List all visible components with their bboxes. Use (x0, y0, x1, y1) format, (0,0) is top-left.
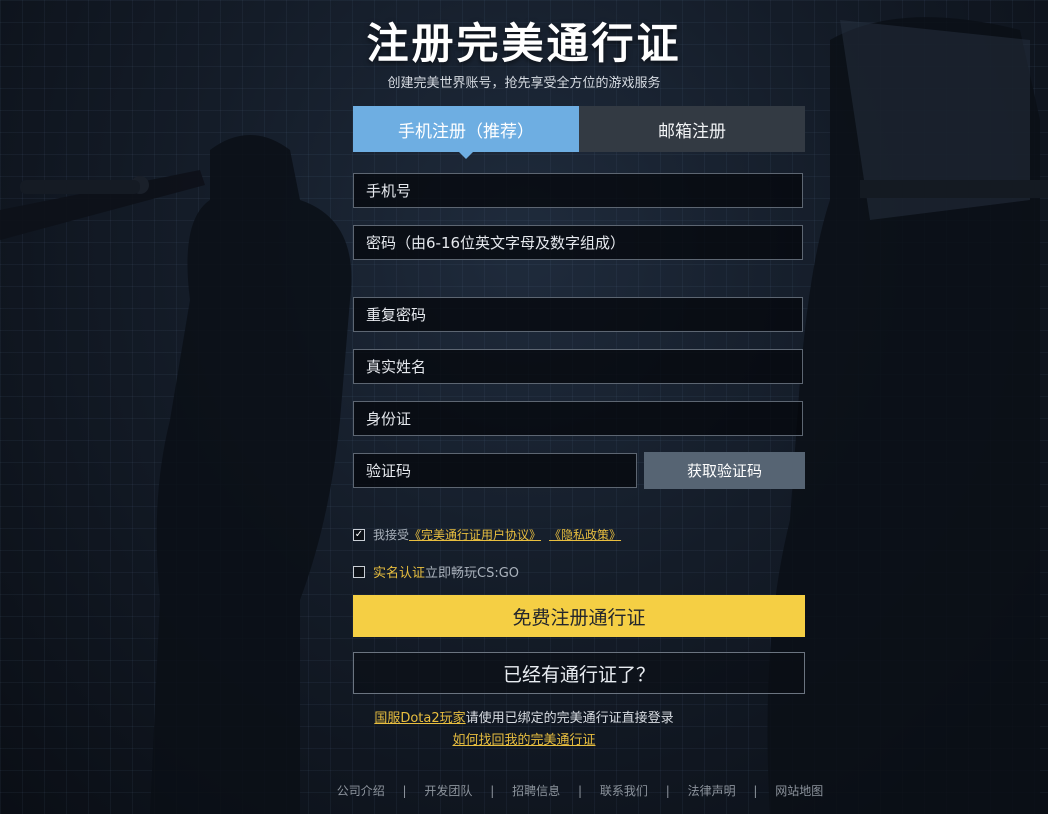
privacy-policy-link[interactable]: 《隐私政策》 (549, 526, 621, 543)
realname-text: 立即畅玩CS:GO (425, 566, 520, 581)
realname-highlight: 实名认证 (373, 566, 426, 581)
id-card-field[interactable] (353, 401, 803, 436)
id-card-input[interactable] (364, 408, 792, 429)
footer-link-team[interactable]: 开发团队 (424, 784, 472, 798)
footer-link-jobs[interactable]: 招聘信息 (512, 784, 560, 798)
real-name-field[interactable] (353, 349, 803, 384)
agreement-checkbox[interactable]: ✓ (353, 528, 365, 541)
recover-account-link[interactable]: 如何找回我的完美通行证 (452, 733, 595, 748)
dota-player-link[interactable]: 国服Dota2玩家 (374, 711, 465, 726)
footer-link-contact[interactable]: 联系我们 (600, 784, 648, 798)
get-code-button[interactable]: 获取验证码 (644, 452, 805, 489)
tab-phone-register[interactable]: 手机注册（推荐） (353, 106, 579, 159)
phone-field[interactable] (353, 173, 803, 208)
register-tabs: 手机注册（推荐） 邮箱注册 (353, 106, 805, 159)
footer-separator: | (490, 784, 495, 798)
page-title: 注册完美通行证 (366, 19, 682, 68)
repeat-password-input[interactable] (364, 304, 792, 325)
captcha-input[interactable] (364, 460, 626, 481)
footer-separator: | (753, 784, 758, 798)
user-agreement-link[interactable]: 《完美通行证用户协议》 (409, 526, 541, 543)
footer-link-legal[interactable]: 法律声明 (688, 784, 736, 798)
dota-notice: 国服Dota2玩家请使用已绑定的完美通行证直接登录 (0, 707, 1048, 726)
realname-checkbox[interactable] (353, 565, 365, 578)
password-field[interactable] (353, 225, 803, 260)
real-name-input[interactable] (364, 356, 792, 377)
footer-link-company[interactable]: 公司介绍 (337, 784, 385, 798)
footer-link-sitemap[interactable]: 网站地图 (775, 784, 823, 798)
footer-separator: | (577, 784, 583, 798)
tab-email-register[interactable]: 邮箱注册 (579, 106, 805, 152)
repeat-password-field[interactable] (353, 297, 803, 332)
checkmark-icon: ✓ (354, 528, 364, 540)
realname-row: 实名认证 立即畅玩CS:GO (353, 562, 519, 581)
recover-line: 如何找回我的完美通行证 (0, 729, 1048, 748)
phone-input[interactable] (364, 180, 792, 201)
agreement-row: ✓ 我接受 《完美通行证用户协议》 《隐私政策》 (353, 526, 621, 543)
agreement-prefix: 我接受 (373, 528, 410, 542)
page-subtitle: 创建完美世界账号，抢先享受全方位的游戏服务 (387, 76, 661, 91)
footer-separator: | (402, 784, 407, 798)
have-account-button[interactable]: 已经有通行证了？ (353, 652, 805, 694)
password-input[interactable] (364, 232, 792, 253)
captcha-field[interactable] (353, 453, 637, 488)
footer-links: 公司介绍 | 开发团队 | 招聘信息 | 联系我们 | 法律声明 | 网站地图 (0, 782, 1048, 799)
register-button[interactable]: 免费注册通行证 (353, 595, 805, 637)
dota-notice-text: 请使用已绑定的完美通行证直接登录 (465, 711, 674, 726)
footer-separator: | (665, 784, 670, 798)
